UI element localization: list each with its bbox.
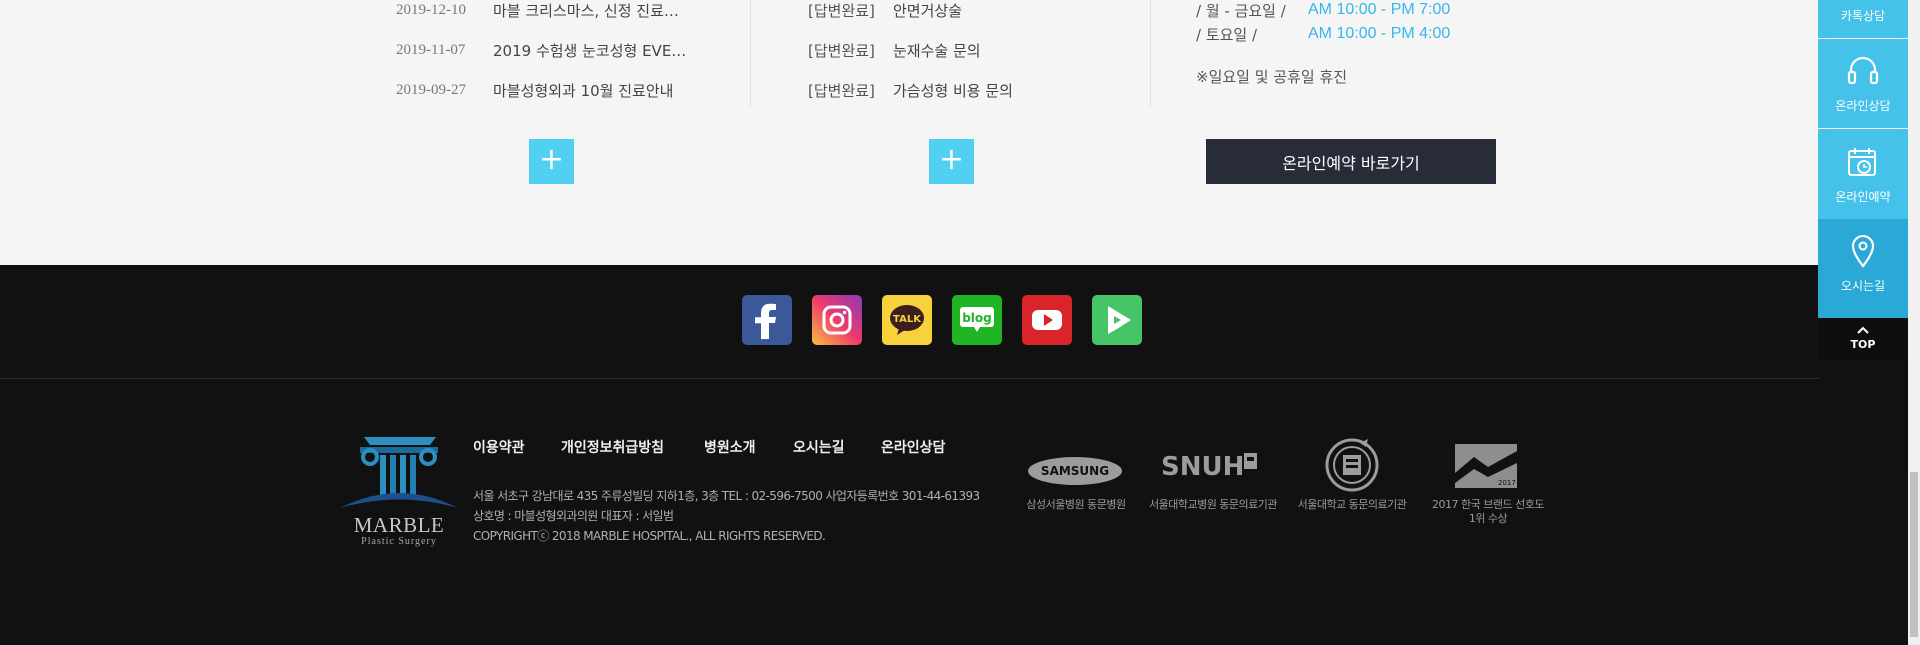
notice-date: 2019-09-27 bbox=[396, 81, 466, 98]
footer-link-privacy[interactable]: 개인정보취급방침 bbox=[561, 437, 664, 457]
hours-weekday: / 월 - 금요일 / AM 10:00 - PM 7:00 bbox=[1196, 0, 1450, 21]
qna-more-button[interactable]: + bbox=[929, 139, 974, 184]
play-icon[interactable] bbox=[1092, 295, 1142, 345]
scroll-top-button[interactable]: TOP bbox=[1818, 318, 1908, 360]
top-label: TOP bbox=[1850, 338, 1876, 351]
column-divider bbox=[1150, 0, 1151, 108]
quick-online-reservation[interactable]: 온라인예약 bbox=[1818, 129, 1908, 219]
footer-link-directions[interactable]: 오시는길 bbox=[793, 437, 845, 457]
column-divider bbox=[750, 0, 751, 108]
company-name: 상호명 : 마블성형외과의원 대표자 : 서일범 bbox=[473, 509, 674, 523]
qna-title[interactable]: 가슴성형 비용 문의 bbox=[893, 80, 1013, 101]
kakaotalk-icon[interactable]: TALK bbox=[882, 295, 932, 345]
hours-value: AM 10:00 - PM 4:00 bbox=[1308, 25, 1451, 42]
calendar-clock-icon bbox=[1848, 148, 1876, 176]
headset-icon bbox=[1847, 56, 1879, 85]
youtube-icon[interactable] bbox=[1022, 295, 1072, 345]
logo-subtitle: Plastic Surgery bbox=[361, 536, 437, 547]
snuh-logo: SNUH bbox=[1157, 447, 1267, 483]
partner-caption: 삼성서울병원 동문병원 bbox=[1026, 498, 1126, 511]
qna-status: [답변완료] bbox=[808, 41, 875, 60]
map-pin-icon bbox=[1851, 234, 1875, 268]
qna-status: [답변완료] bbox=[808, 81, 875, 100]
svg-text:SNUH: SNUH bbox=[1161, 452, 1244, 482]
quick-menu: 카톡상담 온라인상담 온라인예약 오시는길 TOP bbox=[1818, 0, 1908, 360]
logo-name: MARBLE bbox=[353, 513, 445, 537]
notice-more-button[interactable]: + bbox=[529, 139, 574, 184]
notice-title[interactable]: 마블 크리스마스, 신정 진료… bbox=[493, 0, 679, 21]
notice-title[interactable]: 2019 수험생 눈코성형 EVE… bbox=[493, 40, 686, 61]
quick-online-consult[interactable]: 온라인상담 bbox=[1818, 39, 1908, 128]
facebook-icon[interactable] bbox=[742, 295, 792, 345]
qna-item[interactable]: [답변완료] 가슴성형 비용 문의 bbox=[808, 79, 1013, 101]
quick-directions[interactable]: 오시는길 bbox=[1818, 219, 1908, 318]
company-address: 서울 서초구 강남대로 435 주류성빌딩 지하1층, 3층 TEL : 02-… bbox=[473, 489, 980, 503]
qna-title[interactable]: 안면거상술 bbox=[893, 0, 962, 21]
notice-item[interactable]: 2019-11-07 2019 수험생 눈코성형 EVE… bbox=[396, 39, 686, 61]
footer: TALK blog MARBLE Plastic Surgery 이용약관 개인… bbox=[0, 265, 1920, 645]
notice-date: 2019-12-10 bbox=[396, 1, 466, 18]
quick-kakao-consult[interactable]: 카톡상담 bbox=[1818, 0, 1908, 38]
hours-value: AM 10:00 - PM 7:00 bbox=[1308, 1, 1451, 18]
snu-emblem-icon bbox=[1324, 437, 1380, 493]
footer-divider bbox=[0, 378, 1820, 379]
marble-logo[interactable]: MARBLE Plastic Surgery bbox=[340, 433, 458, 548]
instagram-icon[interactable] bbox=[812, 295, 862, 345]
copyright: COPYRIGHTⓒ 2018 MARBLE HOSPITAL., ALL RI… bbox=[473, 529, 826, 543]
hours-saturday: / 토요일 / AM 10:00 - PM 4:00 bbox=[1196, 23, 1450, 45]
chevron-up-icon bbox=[1857, 326, 1869, 334]
svg-text:blog: blog bbox=[962, 311, 992, 325]
kbpa-award-logo: 2017 KBPA bbox=[1454, 443, 1536, 489]
footer-link-terms[interactable]: 이용약관 bbox=[473, 437, 525, 457]
qna-title[interactable]: 눈재수술 문의 bbox=[893, 40, 981, 61]
hours-label: / 월 - 금요일 / bbox=[1196, 1, 1286, 20]
main-info-section: 2019-12-10 마블 크리스마스, 신정 진료… 2019-11-07 2… bbox=[0, 0, 1920, 265]
page-scrollbar[interactable] bbox=[1908, 0, 1920, 645]
notice-item[interactable]: 2019-12-10 마블 크리스마스, 신정 진료… bbox=[396, 0, 679, 21]
qna-item[interactable]: [답변완료] 눈재수술 문의 bbox=[808, 39, 981, 61]
partner-caption: 서울대학교 동문의료기관 bbox=[1297, 498, 1407, 511]
scrollbar-thumb[interactable] bbox=[1910, 472, 1918, 637]
hours-label: / 토요일 / bbox=[1196, 25, 1258, 44]
notice-date: 2019-11-07 bbox=[396, 41, 466, 58]
notice-title[interactable]: 마블성형외과 10월 진료안내 bbox=[493, 80, 673, 101]
qna-status: [답변완료] bbox=[808, 1, 875, 20]
svg-text:2017 KBPA: 2017 KBPA bbox=[1498, 479, 1518, 487]
blog-icon[interactable]: blog bbox=[952, 295, 1002, 345]
qna-item[interactable]: [답변완료] 안면거상술 bbox=[808, 0, 962, 21]
samsung-logo: SAMSUNG bbox=[1027, 455, 1123, 487]
footer-link-consult[interactable]: 온라인상담 bbox=[881, 437, 945, 457]
closed-notice: ※일요일 및 공휴일 휴진 bbox=[1196, 68, 1348, 86]
svg-text:TALK: TALK bbox=[893, 314, 922, 325]
online-reservation-button[interactable]: 온라인예약 바로가기 bbox=[1206, 139, 1496, 184]
svg-text:SAMSUNG: SAMSUNG bbox=[1041, 464, 1109, 478]
notice-item[interactable]: 2019-09-27 마블성형외과 10월 진료안내 bbox=[396, 79, 673, 101]
footer-link-about[interactable]: 병원소개 bbox=[704, 437, 756, 457]
partner-caption: 서울대학교병원 동문의료기관 bbox=[1148, 498, 1278, 511]
partner-caption: 2017 한국 브랜드 선호도 1위 수상 bbox=[1432, 498, 1544, 525]
